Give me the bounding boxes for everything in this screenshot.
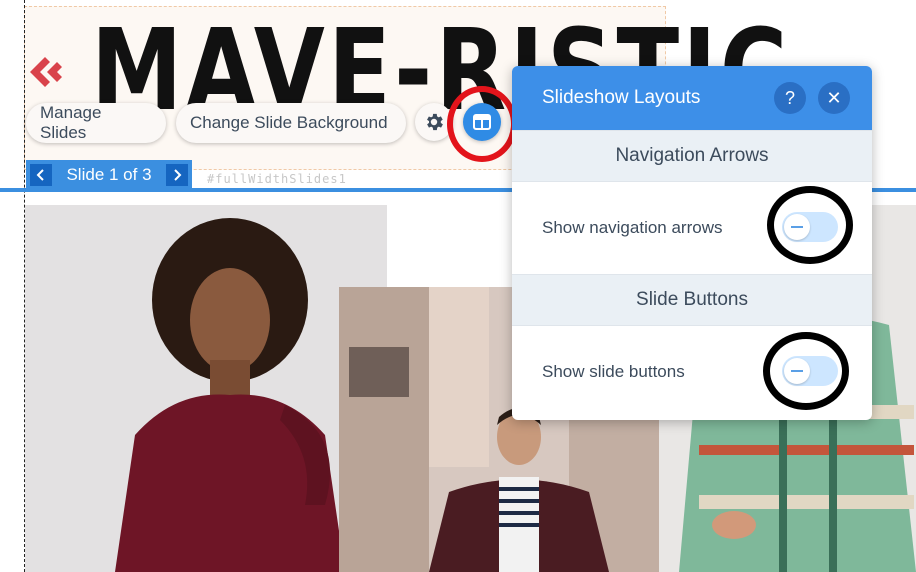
next-slide-button[interactable]	[166, 164, 188, 186]
panel-title: Slideshow Layouts	[542, 87, 701, 108]
gear-icon	[427, 113, 443, 131]
previous-slide-button[interactable]	[30, 164, 52, 186]
manage-slides-button[interactable]: Manage Slides	[26, 103, 166, 143]
close-button[interactable]: ✕	[818, 82, 850, 114]
slide-buttons-label: Show slide buttons	[542, 362, 685, 381]
page-gridline	[24, 0, 25, 572]
highlight-circle-red	[447, 86, 517, 162]
change-slide-background-button[interactable]: Change Slide Background	[176, 103, 406, 143]
element-anchor-id: #fullWidthSlides1	[207, 172, 347, 186]
slide-navigator: Slide 1 of 3	[26, 160, 192, 190]
slide-photo-woman	[25, 205, 387, 572]
chevron-right-icon	[174, 169, 182, 181]
highlight-circle-black	[763, 332, 849, 410]
navigation-arrows-label: Show navigation arrows	[542, 218, 723, 237]
editor-canvas: MAVE-RISTIC Manage Slides Change Slide B…	[0, 0, 916, 572]
section-heading-navigation-arrows: Navigation Arrows	[512, 130, 872, 182]
panel-header: Slideshow Layouts ? ✕	[512, 66, 872, 130]
section-heading-slide-buttons: Slide Buttons	[512, 274, 872, 326]
highlight-circle-black	[767, 186, 853, 264]
chevron-left-icon	[36, 169, 44, 181]
help-button[interactable]: ?	[774, 82, 806, 114]
slide-counter: Slide 1 of 3	[66, 165, 152, 184]
logo-mark-icon	[30, 57, 62, 87]
